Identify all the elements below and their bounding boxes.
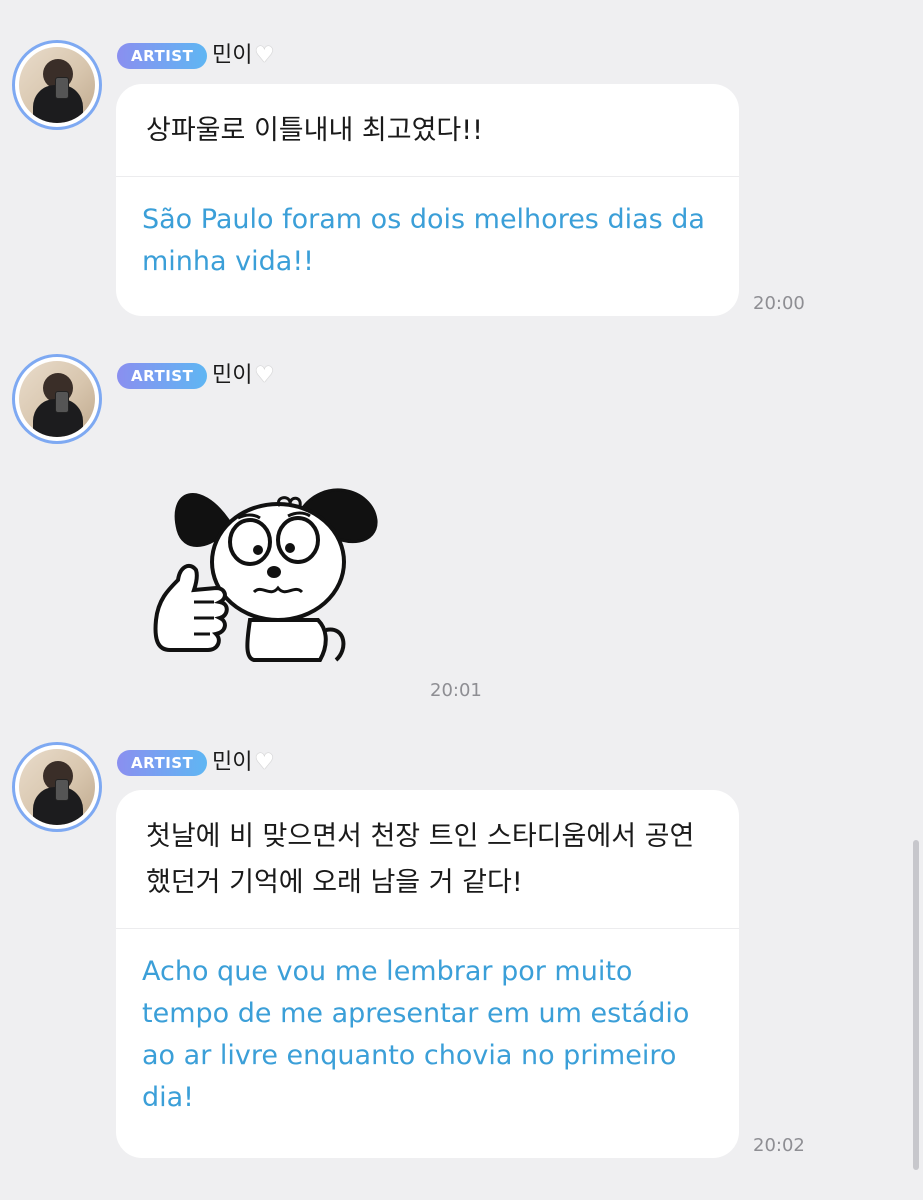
artist-badge: ARTIST bbox=[117, 363, 208, 389]
timestamp: 20:00 bbox=[753, 293, 805, 314]
timestamp: 20:02 bbox=[753, 1135, 805, 1156]
avatar[interactable] bbox=[12, 354, 102, 444]
timestamp: 20:01 bbox=[430, 680, 482, 701]
original-text: 첫날에 비 맞으면서 천장 트인 스타디움에서 공연했던거 기억에 오래 남을 … bbox=[146, 821, 695, 898]
sender-name-label: 민이 bbox=[212, 363, 253, 388]
artist-badge: ARTIST bbox=[117, 43, 208, 69]
white-heart-icon: ♥ bbox=[254, 750, 275, 775]
translated-text: São Paulo foram os dois melhores dias da… bbox=[142, 204, 705, 277]
sender-name[interactable]: 민이♥ bbox=[212, 361, 274, 391]
sender-name-label: 민이 bbox=[212, 43, 253, 68]
original-text: 상파울로 이틀내내 최고였다!! bbox=[146, 115, 483, 146]
white-heart-icon: ♥ bbox=[254, 363, 275, 388]
scrollbar[interactable] bbox=[913, 840, 919, 1170]
message-bubble[interactable]: 첫날에 비 맞으면서 천장 트인 스타디움에서 공연했던거 기억에 오래 남을 … bbox=[116, 790, 739, 1158]
sender-name[interactable]: 민이♥ bbox=[212, 748, 274, 778]
translated-text: Acho que vou me lembrar por muito tempo … bbox=[142, 956, 690, 1113]
avatar[interactable] bbox=[12, 742, 102, 832]
avatar[interactable] bbox=[12, 40, 102, 130]
thumbs-up-puppy-sticker[interactable] bbox=[150, 470, 390, 670]
sender-name[interactable]: 민이♥ bbox=[212, 41, 274, 71]
sender-name-label: 민이 bbox=[212, 750, 253, 775]
message-bubble[interactable]: 상파울로 이틀내내 최고였다!! São Paulo foram os dois… bbox=[116, 84, 739, 316]
white-heart-icon: ♥ bbox=[254, 43, 275, 68]
artist-badge: ARTIST bbox=[117, 750, 208, 776]
